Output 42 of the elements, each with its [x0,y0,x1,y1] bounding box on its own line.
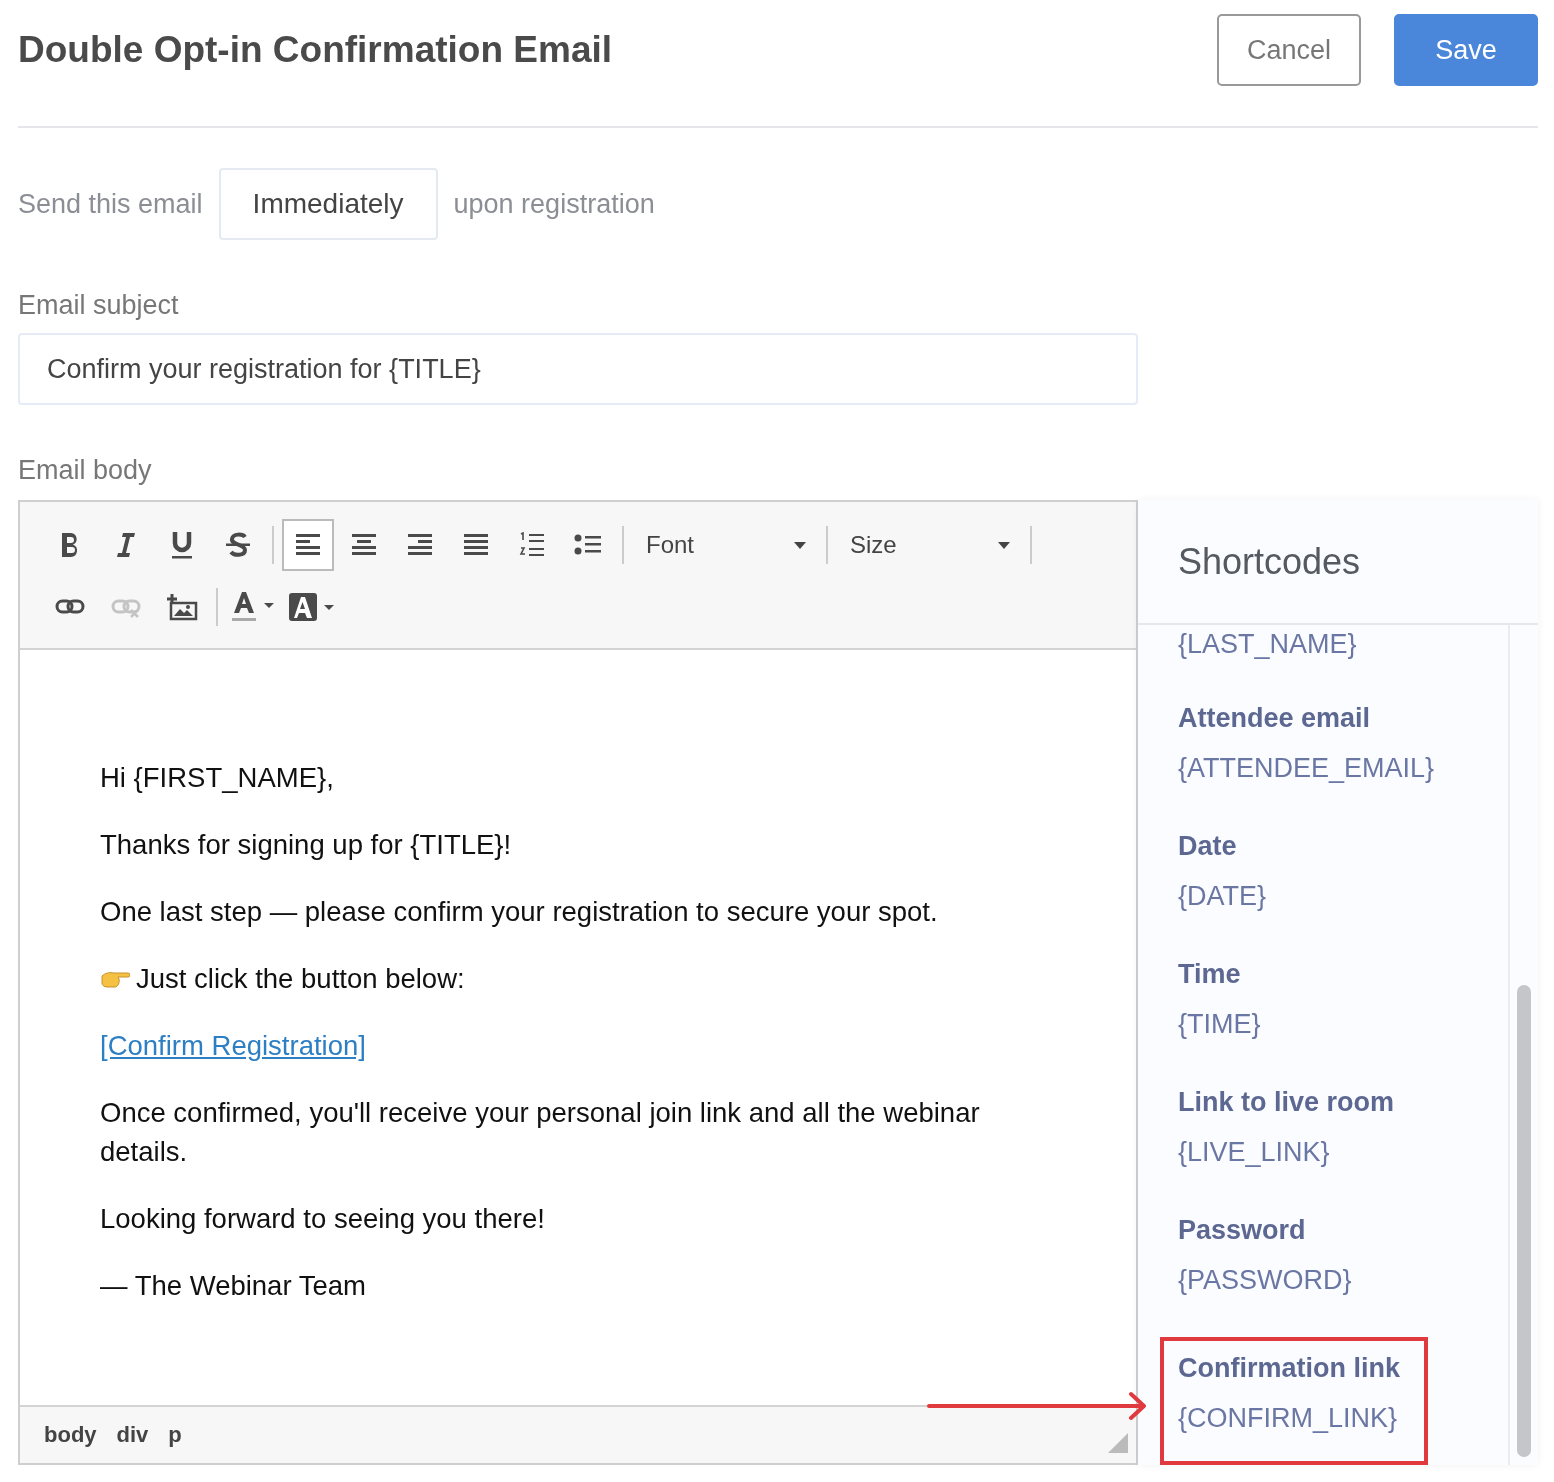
cancel-button[interactable]: Cancel [1217,14,1361,86]
scrollbar-thumb[interactable] [1517,985,1531,1457]
shortcode-code[interactable]: {PASSWORD} [1178,1265,1352,1296]
caret-icon [998,541,1010,549]
save-button[interactable]: Save [1394,14,1538,86]
element-path-item[interactable]: body [44,1422,97,1448]
send-label: Send this email [18,188,203,220]
shortcode-code[interactable]: {LIVE_LINK} [1178,1137,1330,1168]
body-paragraph: Thanks for signing up for {TITLE}! [100,828,513,862]
timing-select[interactable]: Immediately [218,168,438,240]
panel-title: Shortcodes [1178,540,1361,583]
shortcode-label: Attendee email [1178,702,1372,735]
timing-suffix: upon registration [453,188,655,220]
body-paragraph: Once confirmed, you'll receive your personal join link and all the webinar details. [100,1096,981,1169]
confirm-link[interactable]: [Confirm Registration] [100,1030,366,1061]
body-paragraph: Hi {FIRST_NAME}, [100,761,335,795]
body-label: Email body [18,455,153,486]
body-paragraph: Looking forward to seeing you there! [100,1202,546,1236]
subject-label: Email subject [18,290,180,321]
shortcode-label: Time [1178,958,1242,991]
shortcode-code[interactable]: {DATE} [1178,881,1267,912]
shortcode-code[interactable]: {CONFIRM_LINK} [1178,1403,1398,1434]
body-paragraph: — The Webinar Team [100,1269,367,1303]
pointing-hand-icon [100,969,130,988]
subject-field[interactable]: Confirm your registration for {TITLE} [18,333,1138,405]
font-dropdown[interactable]: Font [632,521,818,569]
shortcode-label: Date [1178,830,1238,863]
size-dropdown[interactable]: Size [836,521,1022,569]
element-path-item[interactable]: div [116,1422,149,1448]
body-paragraph: One last step — please confirm your registration to secure your spot. [100,895,939,929]
element-path-item[interactable]: p [168,1422,182,1448]
shortcode-code[interactable]: {TIME} [1178,1009,1261,1040]
shortcode-code[interactable]: {ATTENDEE_EMAIL} [1178,753,1435,784]
resize-handle-icon[interactable] [1108,1433,1128,1453]
shortcode-label: Link to live room [1178,1086,1396,1119]
body-paragraph: Just click the button below: [136,962,465,996]
align-left-icon[interactable] [282,519,334,571]
caret-icon [794,541,806,549]
shortcode-label: Password [1178,1214,1307,1247]
shortcode-code[interactable]: {LAST_NAME} [1178,629,1357,660]
shortcode-label: Confirmation link [1178,1352,1401,1385]
page-title: Double Opt-in Confirmation Email [18,29,613,71]
